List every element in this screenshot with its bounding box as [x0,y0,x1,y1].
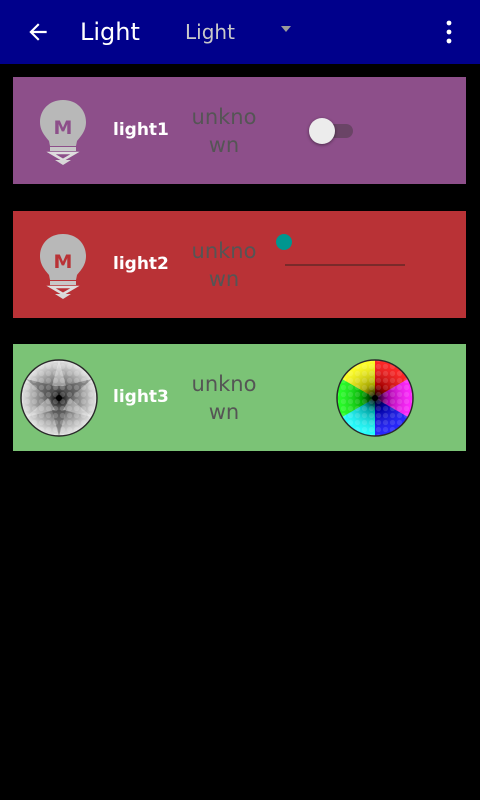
arrow-left-icon [29,23,47,41]
light-card-light1[interactable]: M light1 unknown [13,77,466,184]
category-spinner[interactable]: Light [178,12,298,52]
brightness-slider[interactable] [275,221,415,281]
light-card-light3[interactable]: light3 unknown [13,344,466,451]
more-vert-icon [446,20,452,44]
light-status: unknown [191,372,257,424]
page-title: Light [80,18,140,46]
slider-thumb[interactable] [276,234,292,250]
light-status: unknown [191,239,257,291]
switch-thumb [309,118,335,144]
slider-track [285,264,405,266]
spinner-selected-value: Light [185,20,235,44]
color-wheel-picker[interactable] [335,358,415,438]
dropdown-arrow-icon [281,26,291,32]
light-card-light2[interactable]: M light2 unknown [13,211,466,318]
bulb-m-icon: M [21,89,105,173]
power-switch[interactable] [307,117,359,145]
svg-text:M: M [54,251,73,273]
light-status: unknown [191,105,257,157]
app-bar: Light Light [0,0,480,64]
overflow-menu-button[interactable] [434,12,464,52]
svg-text:M: M [54,117,73,139]
light-name: light1 [113,120,169,140]
light-name: light2 [113,254,169,274]
back-button[interactable] [18,12,58,52]
bulb-m-icon: M [21,223,105,307]
grayscale-wheel-icon [17,356,101,440]
light-name: light3 [113,387,169,407]
